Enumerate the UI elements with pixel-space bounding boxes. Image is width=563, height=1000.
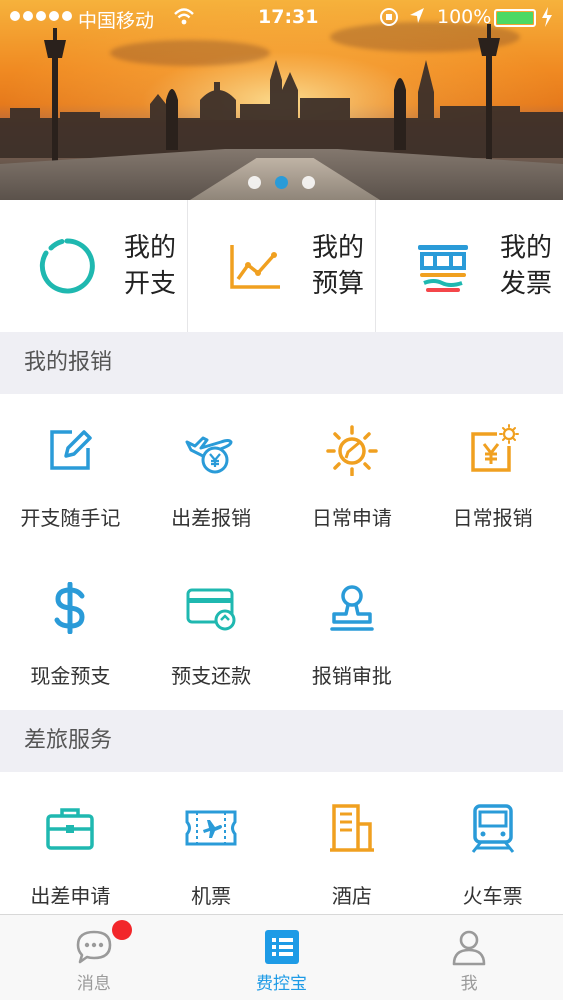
location-arrow-icon: [408, 6, 426, 31]
tile-my-invoice[interactable]: 我的 发票: [376, 200, 563, 332]
section-header-reimburse: 我的报销: [0, 332, 563, 394]
unread-badge: [112, 920, 132, 940]
grid-item-expense-note[interactable]: 开支随手记: [0, 394, 141, 552]
tile-my-expenses[interactable]: 我的 开支: [0, 200, 188, 332]
tab-fee-control[interactable]: 费控宝: [188, 915, 376, 1000]
sun-yen-icon: [470, 424, 519, 472]
signal-strength-icon: [10, 11, 72, 21]
tab-label: 我: [460, 974, 478, 994]
grid-item-cash-advance[interactable]: 现金预支: [0, 552, 141, 710]
grid-item-label: 出差申请: [30, 884, 111, 908]
grid-item-reimburse-approval[interactable]: 报销审批: [282, 552, 423, 710]
grid-item-hotel[interactable]: 酒店: [282, 772, 423, 914]
travel-grid: 出差申请 机票 酒店 火车票: [0, 772, 563, 914]
tab-label: 费控宝: [256, 974, 307, 994]
card-refund-icon: [186, 588, 236, 631]
grid-item-label: 出差报销: [171, 506, 252, 530]
list-icon: [264, 930, 299, 964]
line-chart-icon: [230, 245, 280, 289]
clock-time: 17:31: [258, 6, 319, 28]
grid-item-trip-apply[interactable]: 出差申请: [0, 772, 141, 914]
orientation-lock-icon: [380, 8, 398, 26]
grid-item-label: 酒店: [331, 884, 372, 908]
tile-label: 我的 预算: [312, 233, 365, 299]
wifi-icon: [173, 6, 195, 31]
tab-me[interactable]: 我: [375, 915, 563, 1000]
tab-messages[interactable]: 消息: [0, 915, 188, 1000]
grid-item-flight-ticket[interactable]: 机票: [141, 772, 282, 914]
ring-chart-icon: [39, 238, 95, 294]
sun-pen-icon: [326, 425, 378, 476]
grid-item-label: 报销审批: [311, 664, 392, 688]
briefcase-icon: [46, 808, 95, 850]
battery-icon: [494, 9, 536, 27]
grid-item-label: 开支随手记: [20, 506, 121, 530]
carrier-name: 中国移动: [78, 10, 155, 32]
tile-label: 我的 开支: [124, 233, 177, 299]
charging-bolt-icon: [540, 6, 554, 33]
grid-item-label: 预支还款: [171, 664, 252, 688]
carousel-dot-active[interactable]: [275, 176, 288, 189]
chat-bubble-icon: [76, 930, 112, 964]
reimburse-grid: 开支随手记 出差报销 日常申请 日常报销 现金预支 预支还款 报销审批: [0, 394, 563, 710]
grid-item-label: 火车票: [462, 884, 523, 908]
dollar-icon: [54, 582, 85, 634]
grid-item-label: 机票: [191, 884, 232, 908]
stamp-icon: [330, 585, 374, 631]
edit-note-icon: [50, 430, 93, 470]
grid-item-label: 现金预支: [30, 664, 111, 688]
grid-item-train-ticket[interactable]: 火车票: [422, 772, 563, 914]
grid-item-label: 日常申请: [311, 506, 392, 530]
plane-ticket-icon: [185, 810, 237, 846]
grid-item-travel-reimburse[interactable]: 出差报销: [141, 394, 282, 552]
carousel-dots[interactable]: [0, 176, 563, 189]
plane-yen-icon: [185, 436, 233, 474]
grid-item-label: 日常报销: [452, 506, 533, 530]
grid-item-daily-reimburse[interactable]: 日常报销: [422, 394, 563, 552]
person-icon: [452, 930, 486, 966]
quick-tiles: 我的 开支 我的 预算 我的 发票: [0, 200, 563, 332]
train-icon: [471, 804, 514, 853]
tab-label: 消息: [76, 974, 111, 994]
status-bar: 中国移动 17:31 100%: [0, 0, 563, 36]
hotel-icon: [329, 804, 374, 852]
battery-percent: 100%: [437, 6, 492, 28]
section-header-travel: 差旅服务: [0, 710, 563, 772]
carousel-dot[interactable]: [302, 176, 315, 189]
invoice-icon: [418, 245, 468, 292]
tile-my-budget[interactable]: 我的 预算: [188, 200, 376, 332]
grid-item-daily-apply[interactable]: 日常申请: [282, 394, 423, 552]
carousel-dot[interactable]: [248, 176, 261, 189]
grid-item-advance-repay[interactable]: 预支还款: [141, 552, 282, 710]
tab-bar: 消息 费控宝 我: [0, 914, 563, 1000]
tile-label: 我的 发票: [500, 233, 553, 299]
